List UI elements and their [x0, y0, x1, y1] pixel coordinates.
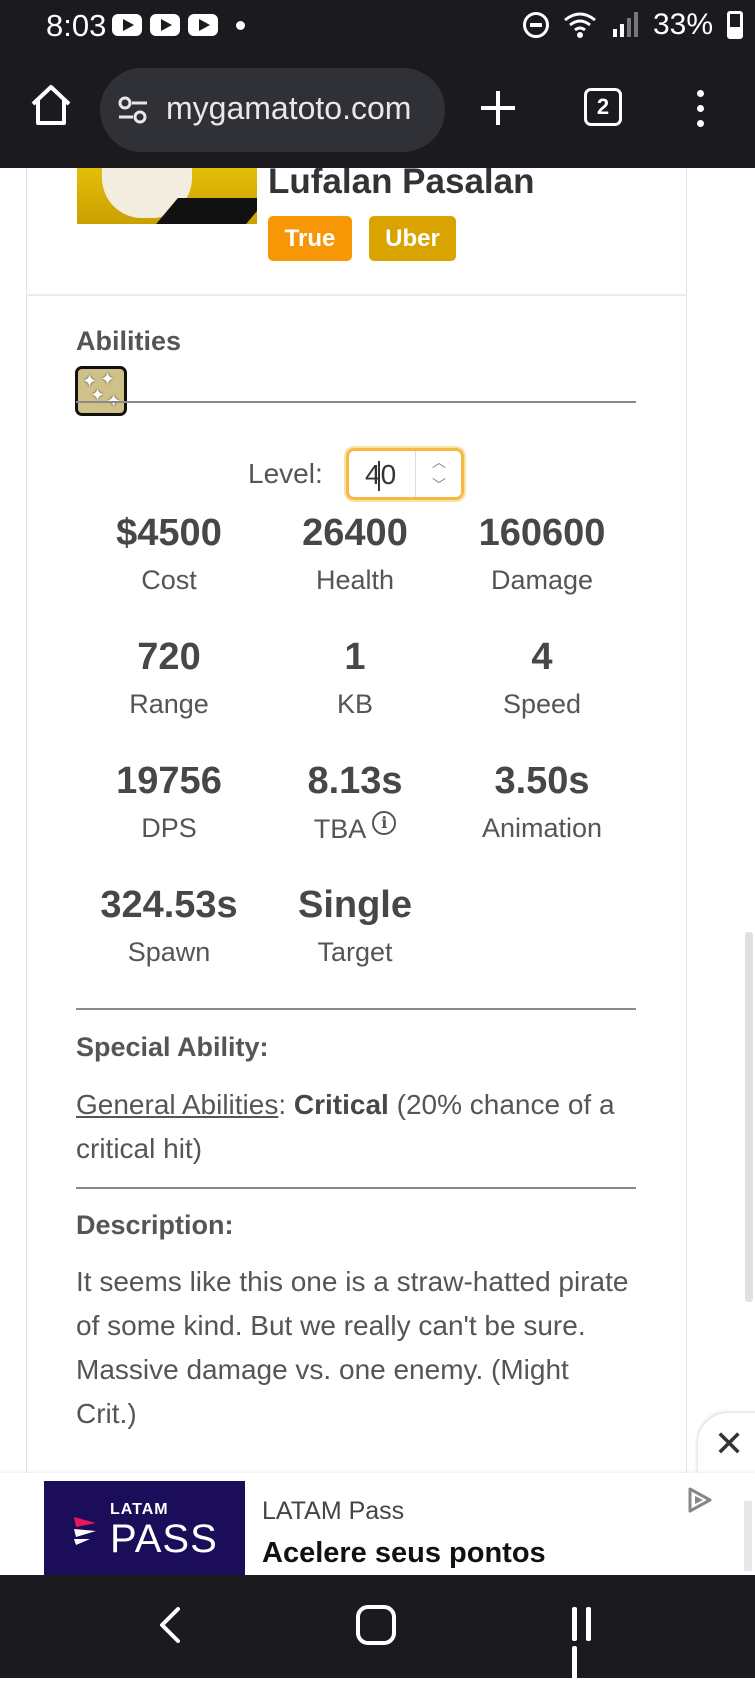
critical-ability-icon[interactable]: ✦ ✦ ✦ ✦	[75, 366, 127, 416]
ad-title: LATAM Pass	[262, 1497, 405, 1525]
address-bar[interactable]: mygamatoto.com	[100, 68, 445, 152]
stat-animation: 3.50s Animation	[449, 759, 635, 845]
cost-label: Cost	[141, 565, 197, 595]
page-scrollbar[interactable]	[745, 932, 753, 1302]
stat-range: 720 Range	[76, 635, 262, 721]
unit-name: Lufalan Pasalan	[268, 168, 535, 201]
abilities-title: Abilities	[76, 326, 182, 356]
page-content: Lufalan Pasalan True Uber Abilities ✦ ✦ …	[0, 168, 755, 1473]
new-tab-icon[interactable]	[478, 88, 518, 128]
dps-label: DPS	[141, 813, 197, 843]
do-not-disturb-icon	[522, 12, 549, 38]
signal-icon	[612, 12, 638, 37]
damage-label: Damage	[490, 565, 594, 595]
description-title: Description:	[76, 1210, 234, 1240]
text-caret	[378, 461, 380, 491]
ad-banner[interactable]: LATAM PASS LATAM Pass Acelere seus ponto…	[0, 1473, 755, 1575]
stat-speed: 4 Speed	[449, 635, 635, 721]
more-menu-icon[interactable]	[697, 90, 707, 128]
youtube-icon	[188, 14, 218, 36]
separator: :	[278, 1089, 287, 1120]
status-bar: 8:03 33%	[0, 0, 755, 54]
level-decrement-icon[interactable]: ﹀	[416, 474, 462, 497]
true-badge: True	[268, 216, 352, 261]
ability-name: Critical	[293, 1089, 389, 1120]
info-icon[interactable]: i	[372, 811, 397, 835]
ad-scrollbar	[744, 1501, 752, 1571]
battery-icon	[727, 11, 743, 39]
animation-value: 3.50s	[494, 760, 590, 802]
special-ability-title: Special Ability:	[76, 1032, 269, 1062]
home-icon[interactable]	[28, 82, 74, 128]
browser-toolbar: mygamatoto.com 2	[0, 54, 755, 168]
card-divider	[26, 294, 687, 296]
home-nav-icon[interactable]	[356, 1605, 396, 1645]
spawn-value: 324.53s	[100, 884, 238, 926]
system-nav-bar	[0, 1575, 755, 1680]
more-notifications-dot	[236, 21, 245, 30]
uber-badge: Uber	[369, 216, 456, 261]
status-icons: 33%	[522, 8, 743, 42]
range-label: Range	[129, 689, 209, 719]
level-input[interactable]: 40 ︿ ﹀	[346, 448, 464, 500]
tba-label: TBA	[313, 814, 367, 844]
stat-dps: 19756 DPS	[76, 759, 262, 845]
back-icon[interactable]	[150, 1605, 190, 1645]
damage-value: 160600	[478, 512, 606, 554]
recents-icon[interactable]	[572, 1607, 608, 1680]
status-time: 8:03	[46, 8, 107, 43]
youtube-icon	[150, 14, 180, 36]
level-value: 40	[365, 459, 397, 490]
stat-cost: $4500 Cost	[76, 511, 262, 597]
youtube-icon	[112, 14, 142, 36]
speed-label: Speed	[502, 689, 582, 719]
level-label: Level:	[248, 458, 323, 489]
ad-choices-icon[interactable]	[684, 1485, 714, 1515]
wifi-icon	[564, 12, 596, 38]
health-value: 26400	[302, 512, 408, 554]
stat-spawn: 324.53s Spawn	[76, 883, 262, 969]
spawn-label: Spawn	[127, 937, 211, 967]
target-label: Target	[317, 937, 393, 967]
site-settings-icon[interactable]	[118, 96, 148, 124]
dps-value: 19756	[116, 760, 222, 802]
stat-damage: 160600 Damage	[449, 511, 635, 597]
description-text: It seems like this one is a straw-hatted…	[76, 1266, 629, 1429]
health-label: Health	[315, 565, 395, 595]
kb-value: 1	[344, 636, 366, 678]
stat-tba: 8.13s TBA i	[262, 759, 448, 846]
close-icon: ✕	[714, 1423, 745, 1464]
target-value: Single	[297, 884, 413, 926]
level-increment-icon[interactable]: ︿	[416, 451, 462, 474]
animation-label: Animation	[481, 813, 603, 843]
divider	[76, 401, 636, 403]
unit-image	[77, 168, 257, 224]
ad-close-button[interactable]: ✕	[698, 1413, 755, 1473]
ad-subtitle: Acelere seus pontos	[262, 1537, 546, 1569]
range-value: 720	[137, 636, 201, 678]
tba-value: 8.13s	[307, 760, 403, 802]
ad-logo-big-text: PASS	[110, 1517, 218, 1561]
level-stepper[interactable]: ︿ ﹀	[415, 451, 461, 497]
general-abilities-link[interactable]: General Abilities	[76, 1089, 278, 1120]
url-text: mygamatoto.com	[166, 90, 412, 126]
speed-value: 4	[531, 636, 553, 678]
divider	[76, 1187, 636, 1189]
latam-pass-logo: LATAM PASS	[44, 1481, 245, 1575]
kb-label: KB	[336, 689, 374, 719]
stat-health: 26400 Health	[262, 511, 448, 597]
tba-label-row: TBA i	[262, 811, 448, 846]
cost-value: $4500	[116, 512, 222, 554]
tab-switcher-button[interactable]: 2	[584, 88, 622, 126]
divider	[76, 1008, 636, 1010]
special-ability-text: General Abilities: Critical (20% chance …	[76, 1083, 636, 1171]
latam-wing-icon	[74, 1517, 96, 1545]
stat-kb: 1 KB	[262, 635, 448, 721]
battery-percent: 33%	[652, 8, 713, 41]
stat-target: Single Target	[262, 883, 448, 969]
